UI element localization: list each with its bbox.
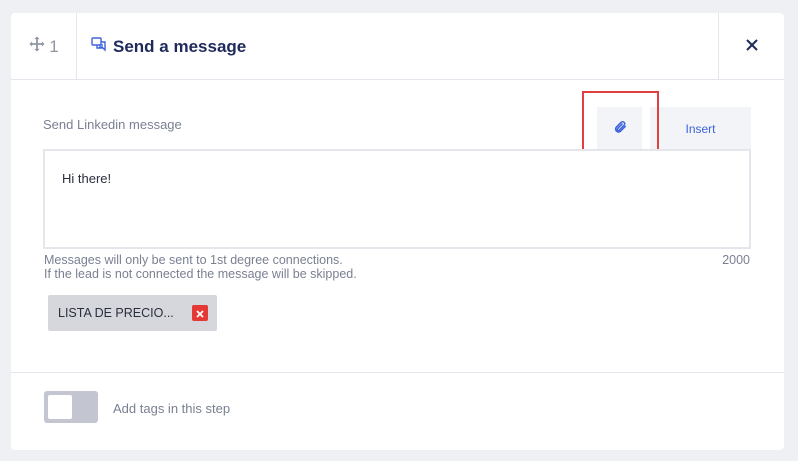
message-hint: Messages will only be sent to 1st degree… <box>44 253 357 281</box>
attach-file-button[interactable] <box>597 107 642 150</box>
hint-line-2: If the lead is not connected the message… <box>44 267 357 281</box>
card-header: 1 Send a message <box>11 13 784 80</box>
close-button[interactable] <box>745 38 759 55</box>
message-textarea[interactable]: Hi there! <box>43 149 751 249</box>
send-message-card: 1 Send a message Send Linkedin message I… <box>11 13 784 450</box>
chat-icon <box>91 36 107 57</box>
insert-button[interactable]: Insert <box>650 107 751 150</box>
paperclip-icon <box>613 120 627 137</box>
add-tags-label: Add tags in this step <box>113 401 231 416</box>
attachment-chip: LISTA DE PRECIO... <box>48 295 217 331</box>
page-title: Send a message <box>113 36 247 56</box>
drag-handle[interactable]: 1 <box>11 13 77 80</box>
character-count: 2000 <box>722 253 750 267</box>
title-group: Send a message <box>91 36 246 57</box>
message-label: Send Linkedin message <box>43 117 182 132</box>
attachment-name: LISTA DE PRECIO... <box>58 306 174 320</box>
add-tags-toggle[interactable] <box>44 391 98 423</box>
close-icon <box>196 306 204 321</box>
hint-line-1: Messages will only be sent to 1st degree… <box>44 253 343 267</box>
close-icon <box>745 38 759 55</box>
close-cell <box>718 13 784 80</box>
remove-attachment-button[interactable] <box>191 305 208 321</box>
step-number: 1 <box>49 36 59 56</box>
toggle-knob <box>48 395 72 419</box>
move-icon <box>28 35 46 58</box>
section-divider <box>11 372 784 373</box>
